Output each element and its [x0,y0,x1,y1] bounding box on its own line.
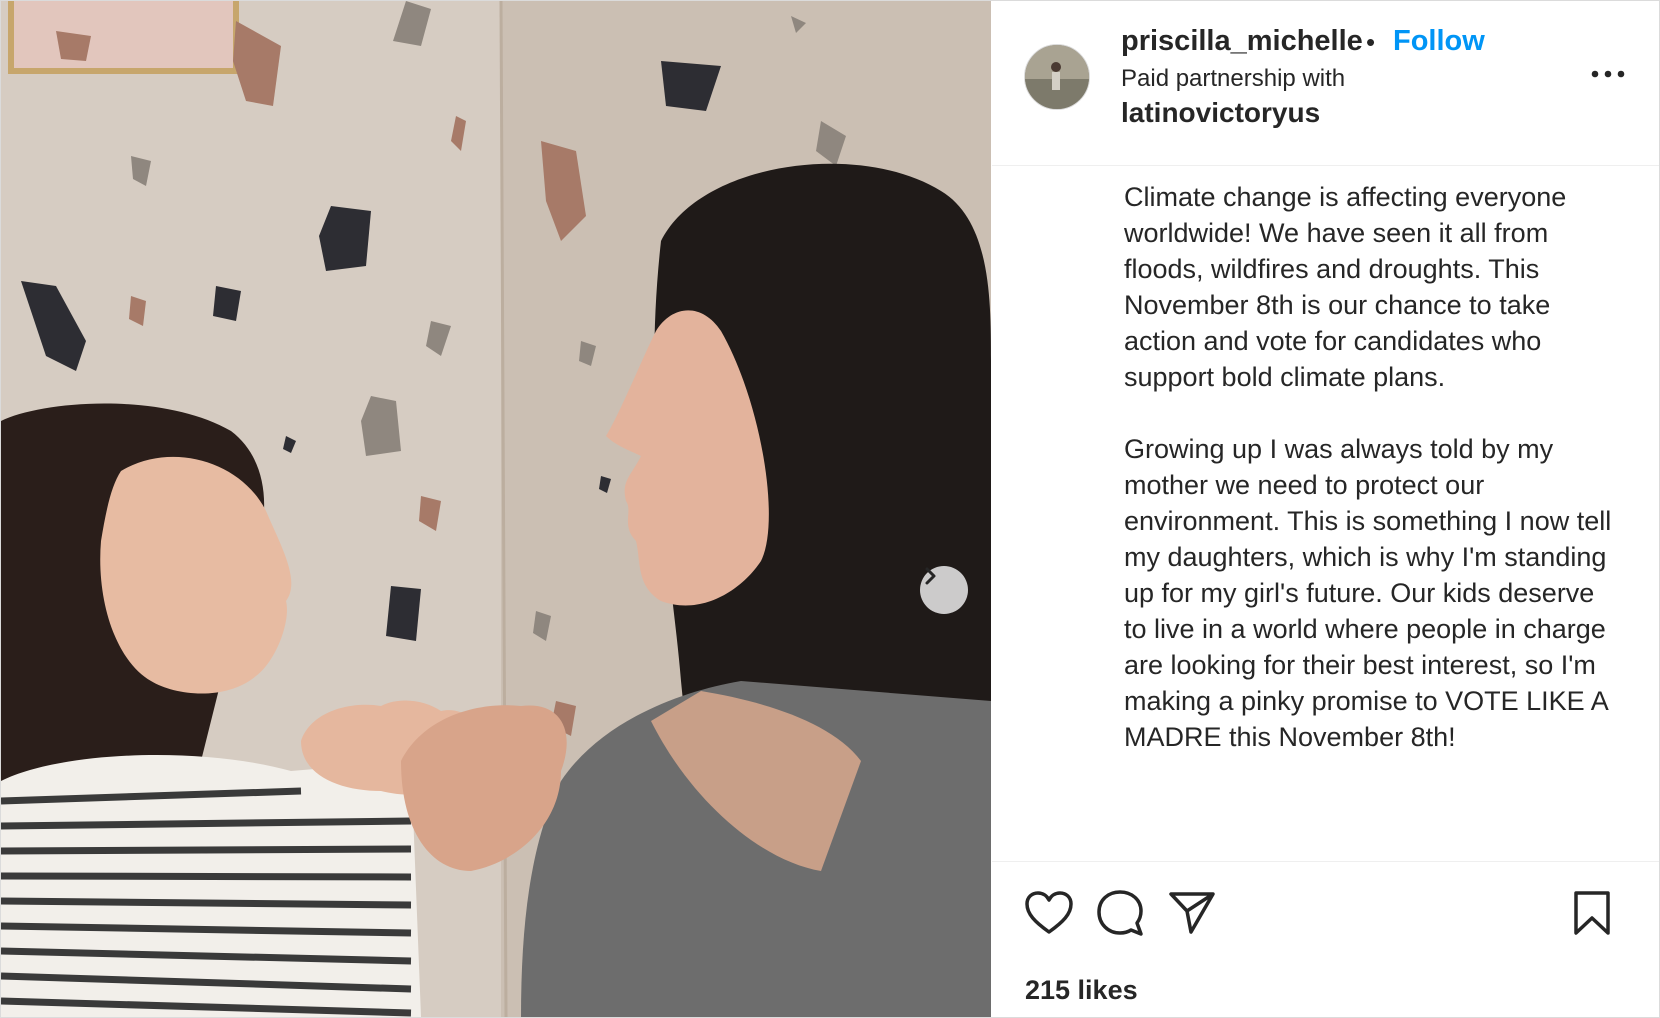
share-button[interactable] [1166,887,1218,939]
heart-icon [1025,891,1073,934]
header-separator: • [1366,27,1376,57]
photo-illustration [1,1,991,1017]
post-side-panel: priscilla_michelle • Follow Paid partner… [992,1,1659,1017]
caption-paragraph-1: Climate change is affecting everyone wor… [1124,182,1567,392]
like-button[interactable] [1023,887,1075,939]
paid-partnership-label: Paid partnership with [1121,65,1346,92]
instagram-post: priscilla_michelle • Follow Paid partner… [0,0,1660,1018]
username-link[interactable]: priscilla_michelle [1121,25,1363,58]
partner-account-link[interactable]: latinovictoryus [1121,97,1320,129]
post-header: priscilla_michelle • Follow Paid partner… [992,1,1659,166]
caption-paragraph-2: Growing up I was always told by my mothe… [1124,434,1612,752]
save-button[interactable] [1566,887,1618,939]
bookmark-icon [1574,891,1610,935]
follow-button[interactable]: Follow [1393,25,1485,58]
more-options-button[interactable] [1588,59,1628,89]
avatar[interactable] [1024,44,1090,110]
post-photo[interactable] [1,1,991,1017]
share-icon [1169,892,1215,934]
post-caption: Climate change is affecting everyone wor… [1124,179,1614,791]
more-options-icon [1591,70,1625,78]
actions-divider [992,861,1659,862]
likes-count[interactable]: 215 likes [1025,975,1138,1006]
comment-icon [1097,890,1143,936]
avatar-image [1025,45,1089,109]
comment-button[interactable] [1094,887,1146,939]
chevron-right-icon [925,567,936,585]
carousel-next-button[interactable] [920,566,968,614]
